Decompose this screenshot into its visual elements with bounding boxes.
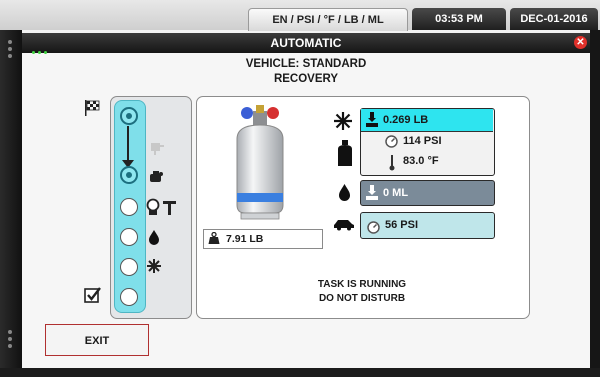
oil-drop-icon (338, 183, 351, 206)
vehicle-gauge-icon (367, 219, 380, 244)
step-6[interactable] (120, 288, 138, 306)
refrigerant-temperature: 83.0 °F (403, 155, 439, 167)
faded-gauge-icon (150, 140, 166, 161)
task-message: TASK IS RUNNING DO NOT DISTURB (196, 278, 528, 306)
oil-drop-step-icon (148, 229, 160, 250)
step-arrow (127, 126, 129, 164)
refrigerant-amount: 0.269 LB (383, 114, 429, 126)
window-titlebar: AUTOMATIC ✕ (22, 33, 590, 54)
snowflake-step-icon (146, 258, 162, 279)
units-tab[interactable]: EN / PSI / °F / LB / ML (248, 8, 408, 31)
thermometer-icon (389, 155, 395, 174)
vehicle-label: VEHICLE: STANDARD (245, 58, 367, 70)
tank-weight-box: 7.91 LB (203, 229, 323, 249)
tank-weight-value: 7.91 LB (226, 233, 264, 245)
gauge-and-valve-icon (146, 198, 178, 221)
task-status-line: TASK IS RUNNING (317, 279, 407, 290)
refrigerant-box: 0.269 LB 114 PSI 83.0 °F (360, 108, 495, 176)
oil-scale-icon (366, 185, 378, 209)
exit-button[interactable]: EXIT (45, 324, 149, 356)
refrigerant-amount-row: 0.269 LB (361, 109, 493, 132)
scale-icon (366, 112, 378, 135)
refrigerant-tank-icon (225, 103, 295, 226)
weight-icon (208, 231, 220, 251)
date-display: DEC-01-2016 (510, 8, 598, 30)
oil-box: 0 ML (360, 180, 495, 206)
device-frame-right (590, 30, 600, 377)
step-5[interactable] (120, 258, 138, 276)
vacuum-pump-icon (148, 170, 164, 189)
step-3[interactable] (120, 198, 138, 216)
vehicle-pressure-box: 56 PSI (360, 212, 495, 239)
frame-grip-dots-top (8, 40, 12, 61)
window-title: AUTOMATIC (270, 36, 342, 50)
vehicle-pressure: 56 PSI (385, 219, 419, 231)
device-frame-left (0, 30, 22, 377)
snowflake-icon (333, 111, 353, 136)
step-4[interactable] (120, 228, 138, 246)
close-button[interactable]: ✕ (574, 36, 587, 49)
refrigerant-bottle-icon (336, 140, 354, 173)
device-frame-bottom (0, 368, 600, 377)
refrigerant-pressure: 114 PSI (403, 135, 442, 147)
car-icon (333, 218, 355, 236)
checkered-flag-icon (84, 100, 102, 121)
step-2-active[interactable] (120, 166, 138, 184)
mode-label: RECOVERY (273, 73, 339, 85)
step-1-active[interactable] (120, 107, 138, 125)
checkbox-checked-icon (84, 286, 102, 309)
oil-amount: 0 ML (383, 187, 409, 199)
frame-grip-dots-bottom (8, 330, 12, 351)
task-warning-line: DO NOT DISTURB (318, 293, 406, 304)
pressure-gauge-icon (385, 135, 398, 151)
header: VEHICLE: STANDARD RECOVERY (22, 57, 590, 87)
time-display: 03:53 PM (412, 8, 506, 30)
